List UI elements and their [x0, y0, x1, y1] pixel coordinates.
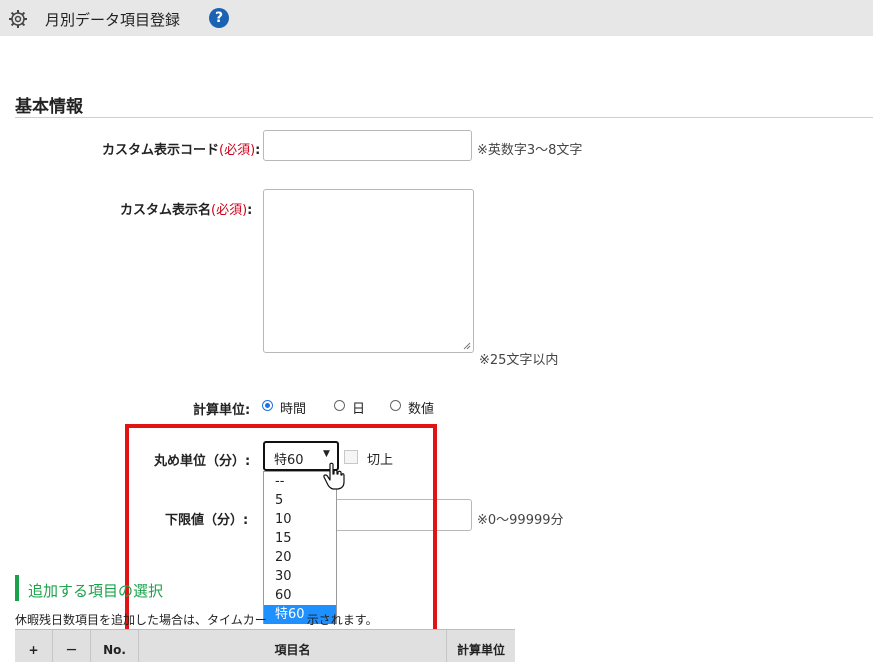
radio-number[interactable]	[390, 400, 401, 411]
name-label: カスタム表示名(必須):	[120, 199, 252, 218]
info-text-part: 追加した場合は、タイムカー	[111, 613, 267, 627]
name-label-text: カスタム表示名	[120, 203, 212, 218]
section-title: 基本情報	[15, 97, 83, 117]
radio-days-label: 日	[352, 402, 366, 417]
column-header-unit: 計算単位	[456, 643, 505, 657]
custom-name-textarea[interactable]	[263, 189, 474, 353]
radio-hours-label: 時間	[280, 402, 307, 417]
name-note: ※25文字以内	[479, 353, 559, 368]
highlight-box	[125, 424, 437, 641]
column-header-item-name: 項目名	[139, 630, 447, 662]
column-header-add[interactable]: +	[15, 630, 53, 662]
required-marker: (必須)	[219, 143, 256, 158]
lower-limit-note: ※0～99999分	[477, 513, 564, 528]
info-text-part: 休暇残日数項目を	[15, 613, 112, 627]
code-note: ※英数字3～8文字	[477, 143, 583, 158]
code-label-text: カスタム表示コード	[102, 143, 220, 158]
title-bar: 月別データ項目登録 ?	[0, 0, 873, 36]
unit-label: 計算単位:	[193, 403, 251, 418]
items-table-header: + － No. 項目名 計算単位	[15, 629, 515, 662]
radio-number-label: 数値	[408, 402, 435, 417]
additional-items-title: 追加する項目の選択	[28, 582, 164, 600]
section-accent-bar	[15, 575, 19, 601]
custom-code-input[interactable]	[263, 130, 472, 161]
gear-icon[interactable]	[8, 9, 28, 29]
code-colon: :	[255, 143, 261, 158]
column-header-remove[interactable]: －	[53, 630, 91, 662]
radio-days[interactable]	[334, 400, 345, 411]
additional-info-text: 休暇残日数項目を追加した場合は、タイムカー 示されます。	[15, 611, 378, 628]
column-header-no: No.	[91, 630, 139, 662]
name-colon: :	[247, 203, 253, 218]
required-marker: (必須)	[211, 203, 248, 218]
section-divider	[15, 117, 873, 118]
radio-hours[interactable]	[262, 400, 273, 411]
code-label: カスタム表示コード(必須):	[102, 139, 260, 158]
page-title: 月別データ項目登録	[45, 11, 181, 29]
resize-handle-icon[interactable]	[463, 342, 471, 350]
help-icon[interactable]: ?	[209, 8, 229, 28]
info-text-part: 示されます。	[306, 613, 378, 627]
